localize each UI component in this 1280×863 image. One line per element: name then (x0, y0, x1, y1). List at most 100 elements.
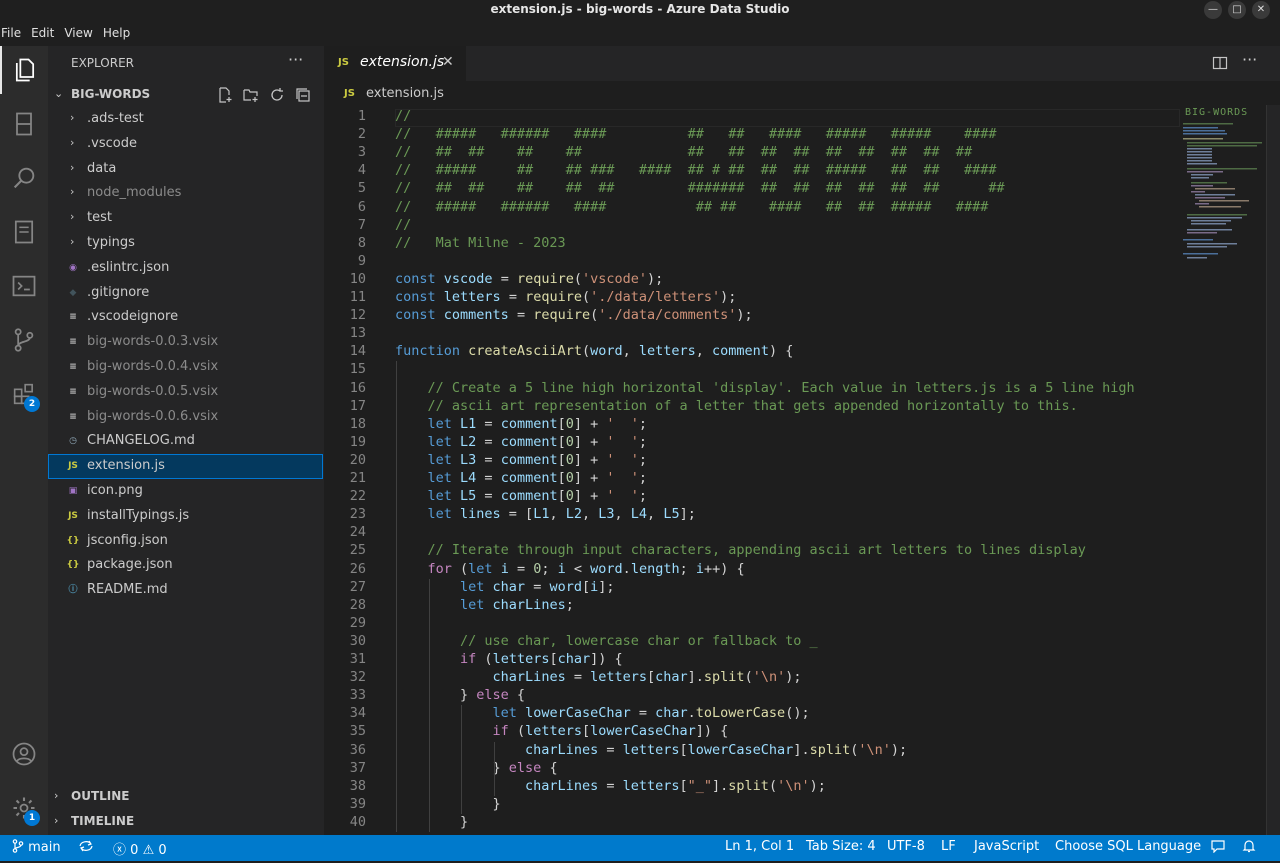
code-token: [ (557, 470, 566, 486)
code-token: L3 (460, 451, 477, 468)
tree-item[interactable]: ◷ CHANGELOG.md (48, 429, 323, 454)
vertical-scrollbar[interactable] (1266, 105, 1280, 835)
new-file-button[interactable] (216, 86, 234, 104)
line-number: 3 (357, 144, 366, 161)
end-of-line[interactable]: LF (941, 839, 956, 854)
servers-activity[interactable] (0, 100, 48, 148)
notebooks-activity[interactable] (0, 208, 48, 256)
code-token: ]) { (590, 651, 623, 667)
code-token: // Iterate through input characters, app… (427, 542, 1086, 559)
tree-item[interactable]: ◉ .eslintrc.json (48, 256, 323, 281)
menu-view[interactable]: View (63, 26, 93, 40)
tree-item[interactable]: ≡ big-words-0.0.3.vsix (48, 330, 323, 355)
cursor-position[interactable]: Ln 1, Col 1 (725, 839, 794, 854)
explorer-activity[interactable] (0, 46, 48, 94)
split-editor-button[interactable] (1212, 55, 1228, 75)
code-token: [ (557, 433, 566, 450)
tree-item[interactable]: ◆ .gitignore (48, 281, 323, 306)
manage-activity[interactable]: 1 (0, 784, 48, 832)
feedback-button[interactable] (1210, 839, 1226, 855)
tree-item[interactable]: › .ads-test (48, 107, 323, 132)
code-token: L4 (630, 506, 648, 523)
refresh-button[interactable] (268, 86, 286, 104)
sql-language-picker[interactable]: Choose SQL Language (1055, 839, 1201, 854)
json-file-icon: {} (66, 560, 80, 571)
tree-item[interactable]: › typings (48, 231, 323, 256)
code-token: else (508, 759, 542, 776)
minimap[interactable]: BIG-WORDS (1180, 105, 1266, 835)
code-token: comment (500, 451, 558, 468)
language-mode[interactable]: JavaScript (974, 839, 1039, 854)
feedback-icon (1211, 840, 1225, 854)
explorer-more-button[interactable]: ··· (288, 50, 303, 69)
code-token: // Create a 5 line high horizontal 'disp… (427, 379, 1135, 396)
tab-extension-js[interactable]: JS extension.js ✕ (324, 46, 466, 81)
code-token: // ## ## ## ## ## ####### ## ## ## ## ##… (395, 180, 1005, 197)
tree-item[interactable]: {} package.json (48, 553, 323, 578)
code-token: comment (500, 470, 558, 486)
extensions-activity[interactable]: 2 (0, 370, 48, 418)
code-line: // ##### ## ## ### #### ## # ## ## ## ##… (395, 162, 996, 178)
chevron-right-icon: › (70, 234, 75, 248)
tree-item[interactable]: ≡ big-words-0.0.6.vsix (48, 405, 323, 430)
code-token: ]. (687, 669, 704, 686)
code-token: charLines (492, 669, 566, 686)
code-token: [ (581, 578, 591, 595)
notifications-button[interactable] (1242, 839, 1256, 855)
encoding[interactable]: UTF-8 (887, 839, 925, 854)
tree-item[interactable]: JS installTypings.js (48, 504, 323, 529)
tree-item[interactable]: › .vscode (48, 132, 323, 157)
menu-file[interactable]: File (0, 26, 22, 40)
code-line: const comments = require('./data/comment… (395, 307, 753, 323)
terminal-activity[interactable] (0, 262, 48, 310)
folder-section-header[interactable]: ⌄ BIG-WORDS (48, 84, 324, 106)
code-token: [ (581, 723, 591, 740)
tree-item[interactable]: {} jsconfig.json (48, 529, 323, 554)
code-token: ( (768, 777, 778, 794)
tree-item[interactable]: JS extension.js (48, 454, 323, 479)
close-tab-button[interactable]: ✕ (442, 54, 454, 70)
code-token: let (492, 705, 526, 722)
problems-status[interactable]: ⓧ 0 ⚠ 0 (113, 839, 167, 858)
tree-item[interactable]: ▣ icon.png (48, 479, 323, 504)
indent-guide (461, 705, 462, 814)
tree-item[interactable]: › test (48, 206, 323, 231)
json-file-icon: {} (66, 535, 80, 546)
menu-help[interactable]: Help (102, 26, 131, 40)
editor-more-button[interactable]: ··· (1242, 50, 1257, 69)
menu-edit[interactable]: Edit (30, 26, 55, 40)
tree-item-label: .ads-test (87, 111, 144, 126)
new-folder-button[interactable] (242, 86, 260, 104)
sync-button[interactable] (78, 839, 94, 855)
tree-item[interactable]: › node_modules (48, 181, 323, 206)
minimize-button[interactable]: — (1204, 1, 1222, 19)
tree-item[interactable]: ≡ .vscodeignore (48, 305, 323, 330)
outline-section-header[interactable]: › OUTLINE (48, 786, 324, 808)
code-token: ); (890, 741, 908, 758)
tree-item[interactable]: ⓘ README.md (48, 578, 323, 603)
code-token: let (427, 488, 461, 505)
tree-item[interactable]: ≡ big-words-0.0.5.vsix (48, 380, 323, 405)
branch-status[interactable]: main (12, 839, 61, 855)
breadcrumb-file[interactable]: extension.js (366, 86, 444, 101)
tab-size[interactable]: Tab Size: 4 (806, 839, 876, 854)
code-line: // ##### ###### #### ## ## #### ##### ##… (395, 126, 996, 142)
current-line-highlight (395, 109, 1180, 127)
search-activity[interactable] (0, 154, 48, 202)
code-token: ]; (598, 578, 615, 595)
code-line: } else { (395, 760, 558, 776)
indent-guide (429, 578, 430, 832)
code-token: = (500, 289, 526, 305)
tree-item[interactable]: › data (48, 157, 323, 182)
maximize-button[interactable]: □ (1228, 1, 1246, 19)
close-window-button[interactable]: ✕ (1252, 1, 1270, 19)
javascript-file-icon: JS (68, 461, 78, 472)
source-control-activity[interactable] (0, 316, 48, 364)
collapse-all-button[interactable] (294, 86, 312, 104)
timeline-section-header[interactable]: › TIMELINE (48, 811, 324, 833)
tree-item[interactable]: ≡ big-words-0.0.4.vsix (48, 355, 323, 380)
code-editor[interactable]: 1 // 2 // ##### ###### #### ## ## #### ####… (324, 105, 1180, 835)
accounts-activity[interactable] (0, 730, 48, 778)
